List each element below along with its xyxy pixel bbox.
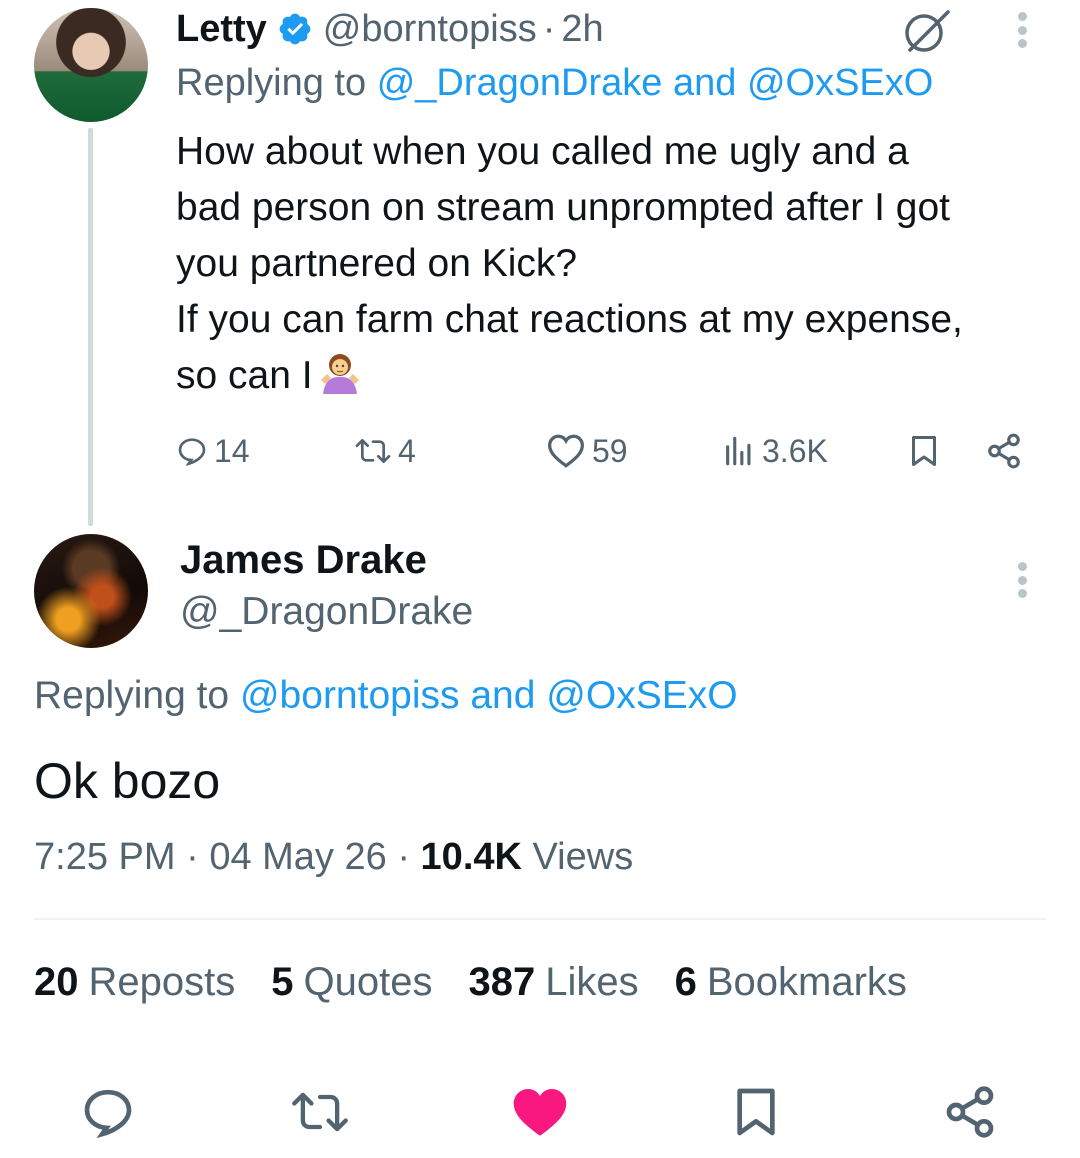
display-name[interactable]: Letty [176,8,267,51]
reply-count: 14 [214,432,250,469]
tweet-line: so can I [176,354,313,397]
engagement-stats: 20 Reposts 5 Quotes 387 Likes 6 Bookmarks [34,960,943,1005]
shrugging-woman-emoji [320,354,359,394]
replying-and: and [470,674,536,717]
likes-count: 387 [468,960,536,1004]
views-button[interactable]: 3.6K [722,426,828,476]
bookmarks-count: 6 [674,960,697,1004]
replying-prefix: Replying to [176,62,367,104]
reposts-stat[interactable]: 20 Reposts [34,960,235,1005]
repost-button[interactable]: 4 [354,426,416,476]
verified-badge-icon [279,13,311,45]
bookmark-icon [912,436,936,466]
reply-button[interactable]: 14 [176,426,250,476]
mention-link[interactable]: @_DragonDrake [377,62,663,104]
avatar[interactable] [34,8,148,122]
more-vertical-icon[interactable] [1018,562,1030,598]
mention-link[interactable]: @borntopiss [240,674,460,717]
reposts-count: 20 [34,960,79,1004]
bookmarks-stat[interactable]: 6 Bookmarks [675,960,907,1005]
share-icon [988,433,1020,469]
avatar[interactable] [34,534,148,648]
tweet-text: How about when you called me ugly and a … [176,124,1056,404]
repost-icon [355,439,391,463]
separator-dot: · [542,7,556,50]
mention-link[interactable]: @OxSExO [546,674,737,717]
divider [34,918,1046,920]
views-count: 3.6K [762,432,828,469]
share-icon[interactable] [940,1084,1000,1140]
heart-icon [547,434,585,468]
views-label: Views [532,836,634,878]
quotes-count: 5 [271,960,294,1004]
likes-stat[interactable]: 387 Likes [468,960,638,1005]
grok-icon[interactable] [898,6,954,56]
reply-header: Letty @borntopiss · 2h [176,4,604,54]
tweet-line: If you can farm chat reactions at my exp… [176,298,963,341]
reply-icon [178,438,206,466]
bookmark-button[interactable] [906,426,948,476]
quotes-label: Quotes [303,960,433,1004]
timestamp[interactable]: 7:25 PM [34,836,176,878]
repost-count: 4 [398,432,416,469]
reposts-label: Reposts [88,960,236,1004]
display-name[interactable]: James Drake [180,538,427,583]
timestamp[interactable]: 2h [561,8,603,51]
tweet-text: Ok bozo [34,753,221,809]
handle[interactable]: @_DragonDrake [180,590,473,634]
share-button[interactable] [984,426,1030,476]
reply-icon[interactable] [78,1084,138,1140]
bookmarks-label: Bookmarks [706,960,907,1004]
separator-dot: · [397,836,410,878]
replying-prefix: Replying to [34,674,230,717]
thread-line [88,128,93,526]
views-count: 10.4K [420,836,522,878]
tweet-line: you partnered on Kick? [176,242,578,285]
more-vertical-icon[interactable] [1018,12,1030,48]
tweet-line: How about when you called me ugly and a [176,130,909,173]
likes-label: Likes [545,960,639,1004]
tweet-meta: 7:25 PM · 04 May 26 · 10.4K Views [34,836,633,879]
repost-icon[interactable] [290,1084,350,1140]
handle[interactable]: @borntopiss [323,8,537,51]
quotes-stat[interactable]: 5 Quotes [271,960,432,1005]
heart-icon[interactable] [510,1084,570,1140]
like-button[interactable]: 59 [546,426,628,476]
views-icon [726,436,751,466]
tweet-line: bad person on stream unprompted after I … [176,186,950,229]
date[interactable]: 04 May 26 [209,836,386,878]
mention-link[interactable]: @OxSExO [747,62,933,104]
like-count: 59 [592,432,628,469]
replying-to: Replying to @_DragonDrake and @OxSExO [176,62,933,105]
separator-dot: · [186,836,199,878]
replying-to: Replying to @borntopiss and @OxSExO [34,674,738,718]
bookmark-icon[interactable] [726,1084,786,1140]
replying-and: and [672,62,737,104]
